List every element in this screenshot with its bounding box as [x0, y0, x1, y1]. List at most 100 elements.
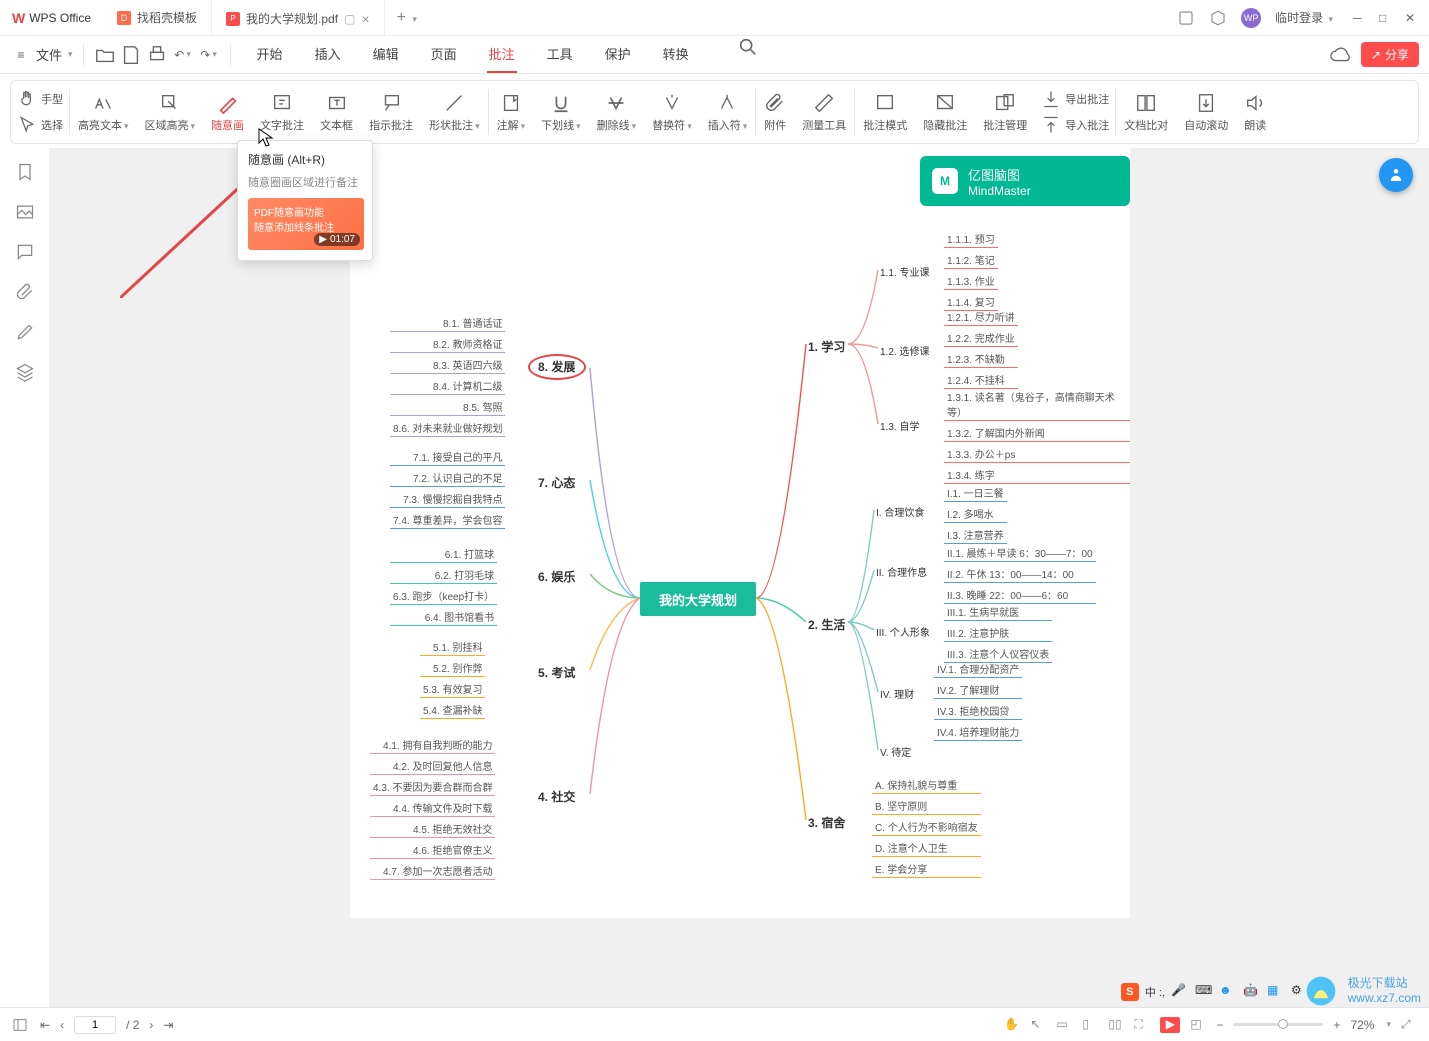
tray-face-icon[interactable]: ☻	[1219, 983, 1237, 1001]
file-menu[interactable]: 文件	[36, 45, 62, 64]
tab-insert[interactable]: 插入	[313, 36, 343, 73]
tab-tools[interactable]: 工具	[545, 36, 575, 73]
attach-tool[interactable]: 附件	[756, 92, 794, 133]
zoom-slider[interactable]	[1233, 1023, 1323, 1026]
annot-mode-tool[interactable]: 批注模式	[855, 92, 915, 133]
undo-icon[interactable]: ↶▾	[172, 44, 194, 66]
pointer-icon[interactable]: ↖	[1030, 1017, 1046, 1033]
tab-document[interactable]: P 我的大学规划.pdf ▢ ×	[212, 0, 385, 35]
insert-tool[interactable]: 插入符▾	[700, 92, 756, 133]
cloud-icon[interactable]	[1329, 44, 1351, 66]
share-button[interactable]: ↗ 分享	[1361, 42, 1419, 67]
close-icon[interactable]: ×	[361, 11, 369, 27]
canvas[interactable]: M 亿图脑图MindMaster 我的大学规划 8. 发展 8.1. 普通话证8…	[50, 148, 1429, 1007]
next-page[interactable]: ›	[149, 1018, 153, 1032]
tab-protect[interactable]: 保护	[603, 36, 633, 73]
import-annot[interactable]: 导入批注	[1041, 113, 1109, 137]
ribbon: 手型 选择 高亮文本▾ 区域高亮▾ 随意画 文字批注 文本框 指示批注 形状批注…	[10, 80, 1419, 144]
menu-icon[interactable]: ≡	[10, 44, 32, 66]
zoom-out[interactable]: −	[1216, 1018, 1223, 1032]
minimize-button[interactable]: ─	[1353, 11, 1367, 25]
tray-ime[interactable]: 中 :,	[1145, 984, 1165, 1000]
select-tool[interactable]: 选择	[17, 113, 63, 137]
play-icon[interactable]: ▶	[1160, 1017, 1180, 1033]
tooltip-thumb[interactable]: PDF随意画功能随意添加线条批注 ▶ 01:07	[248, 198, 364, 250]
crop-icon[interactable]: ◰	[1190, 1017, 1206, 1033]
area-highlight-tool[interactable]: 区域高亮▾	[137, 92, 204, 133]
read-tool[interactable]: 朗读	[1236, 92, 1274, 133]
last-page[interactable]: ⇥	[163, 1018, 173, 1032]
tray-sogou-icon[interactable]: S	[1121, 983, 1139, 1001]
avatar[interactable]: WP	[1241, 8, 1261, 28]
hand-tool[interactable]: 手型	[17, 87, 63, 111]
measure-tool[interactable]: 测量工具	[794, 92, 854, 133]
print-icon[interactable]	[146, 44, 168, 66]
search-icon[interactable]	[737, 36, 759, 58]
highlight-text-tool[interactable]: 高亮文本▾	[70, 92, 137, 133]
strike-tool[interactable]: 删除线▾	[589, 92, 645, 133]
prev-page[interactable]: ‹	[60, 1018, 64, 1032]
tab-page[interactable]: 页面	[429, 36, 459, 73]
panel-icon[interactable]	[12, 1017, 28, 1033]
add-tab-button[interactable]: + ▾	[385, 9, 429, 27]
tray-robot-icon[interactable]: 🤖	[1243, 983, 1261, 1001]
underline-tool[interactable]: 下划线▾	[533, 92, 589, 133]
tray-mic-icon[interactable]: 🎤	[1171, 983, 1189, 1001]
grid-icon[interactable]	[1177, 9, 1195, 27]
save-icon[interactable]	[120, 44, 142, 66]
callout-tool[interactable]: 指示批注	[361, 92, 421, 133]
pdf-icon: P	[226, 12, 240, 26]
tray-grid-icon[interactable]: ▦	[1267, 983, 1285, 1001]
leaf-node: IV.1. 合理分配资产	[934, 660, 1022, 678]
attachment-icon[interactable]	[15, 282, 35, 302]
tab-start[interactable]: 开始	[255, 36, 285, 73]
zoom-in[interactable]: +	[1333, 1018, 1340, 1032]
layers-icon[interactable]	[15, 362, 35, 382]
maximize-button[interactable]: □	[1379, 11, 1393, 25]
export-annot[interactable]: 导出批注	[1041, 87, 1109, 111]
textbox-tool[interactable]: 文本框	[312, 92, 361, 133]
fullscreen-icon[interactable]: ⤢	[1401, 1017, 1417, 1033]
bookmark-icon[interactable]	[15, 162, 35, 182]
zoom-value: 72%	[1350, 1018, 1374, 1032]
leaf-node: 7.3. 慢慢挖掘自我特点	[390, 490, 505, 508]
leaf-node: 8.2. 教师资格证	[390, 335, 505, 353]
screen-icon[interactable]: ▢	[344, 12, 355, 26]
close-button[interactable]: ✕	[1405, 11, 1419, 25]
tray-keyboard-icon[interactable]: ⌨	[1195, 983, 1213, 1001]
replace-tool[interactable]: 替换符▾	[644, 92, 700, 133]
tab-convert[interactable]: 转换	[661, 36, 691, 73]
tab-templates[interactable]: D 找稻壳模板	[103, 0, 212, 35]
two-page-icon[interactable]: ▯▯	[1108, 1017, 1124, 1033]
single-icon[interactable]: ▯	[1082, 1017, 1098, 1033]
edit-icon[interactable]	[15, 322, 35, 342]
compare-tool[interactable]: 文档比对	[1116, 92, 1176, 133]
comment-icon[interactable]	[15, 242, 35, 262]
login-button[interactable]: 临时登录 ▾	[1275, 9, 1333, 26]
redo-icon[interactable]: ↷▾	[198, 44, 220, 66]
leaf-node: 7.1. 接受自己的平凡	[390, 448, 505, 466]
first-page[interactable]: ⇤	[40, 1018, 50, 1032]
hide-annot-tool[interactable]: 隐藏批注	[915, 92, 975, 133]
continuous-icon[interactable]: ▭	[1056, 1017, 1072, 1033]
fit-icon[interactable]: ⛶	[1134, 1017, 1150, 1033]
freehand-tool[interactable]: 随意画	[203, 92, 252, 133]
image-icon[interactable]	[15, 202, 35, 222]
manage-annot-tool[interactable]: 批注管理	[975, 92, 1035, 133]
leaf-node: IV.4. 培养理财能力	[934, 723, 1022, 741]
cube-icon[interactable]	[1209, 9, 1227, 27]
tab-edit[interactable]: 编辑	[371, 36, 401, 73]
page-input[interactable]	[74, 1016, 116, 1034]
leaf-node: 4.6. 拒绝官僚主义	[370, 841, 495, 859]
mindmaster-logo: M 亿图脑图MindMaster	[920, 156, 1130, 206]
note-tool[interactable]: 注解▾	[489, 92, 534, 133]
tab-annotate[interactable]: 批注	[487, 36, 517, 73]
fab-button[interactable]	[1379, 158, 1413, 192]
node-8: 8. 发展	[538, 358, 575, 375]
autoscroll-tool[interactable]: 自动滚动	[1176, 92, 1236, 133]
open-icon[interactable]	[94, 44, 116, 66]
shape-annot-tool[interactable]: 形状批注▾	[421, 92, 488, 133]
leaf-node: 8.3. 英语四六级	[390, 356, 505, 374]
text-annot-tool[interactable]: 文字批注	[252, 92, 312, 133]
hand-icon[interactable]: ✋	[1004, 1017, 1020, 1033]
